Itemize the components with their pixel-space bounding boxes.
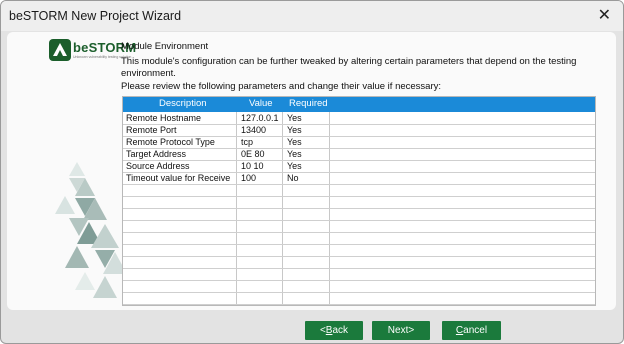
back-label-rest: ack xyxy=(332,325,349,336)
cell-required: Yes xyxy=(287,113,302,123)
bestorm-logo: beSTORM Unknown vulnerability testing so… xyxy=(49,38,136,62)
next-button[interactable]: Next> xyxy=(372,321,430,340)
section-heading: Module Environment xyxy=(121,41,209,52)
cell-value[interactable]: 0E 80 xyxy=(241,149,265,159)
cell-value[interactable]: tcp xyxy=(241,137,253,147)
bestorm-logo-icon xyxy=(49,39,71,61)
column-header-value[interactable]: Value xyxy=(249,98,273,109)
cell-value[interactable]: 127.0.0.1 xyxy=(241,113,279,123)
cancel-label-rest: ancel xyxy=(463,325,488,336)
cell-description: Target Address xyxy=(126,149,187,159)
cell-required: No xyxy=(287,173,299,183)
cell-description: Remote Port xyxy=(126,125,177,135)
cell-value[interactable]: 13400 xyxy=(241,125,266,135)
empty-row xyxy=(123,292,595,305)
cell-required: Yes xyxy=(287,161,302,171)
wizard-panel: beSTORM Unknown vulnerability testing so… xyxy=(7,32,616,310)
table-body: Remote Hostname 127.0.0.1 Yes Remote Por… xyxy=(123,112,595,305)
column-header-required[interactable]: Required xyxy=(289,98,328,109)
cell-description: Timeout value for Receive xyxy=(126,173,231,183)
cell-required: Yes xyxy=(287,137,302,147)
window-title: beSTORM New Project Wizard xyxy=(9,9,182,23)
instruction-text: Please review the following parameters a… xyxy=(121,81,442,92)
close-icon[interactable]: ✕ xyxy=(598,6,611,26)
back-button[interactable]: <Back xyxy=(305,321,363,340)
cell-required: Yes xyxy=(287,125,302,135)
column-header-description[interactable]: Description xyxy=(159,98,207,109)
section-description: This module's configuration can be furth… xyxy=(121,56,577,79)
cell-value[interactable]: 10 10 xyxy=(241,161,264,171)
cell-description: Source Address xyxy=(126,161,190,171)
parameters-table[interactable]: Description Value Required Remote Hostna… xyxy=(122,96,596,306)
cell-value[interactable]: 100 xyxy=(241,173,256,183)
table-header: Description Value Required xyxy=(123,97,595,112)
cell-description: Remote Hostname xyxy=(126,113,202,123)
cell-description: Remote Protocol Type xyxy=(126,137,215,147)
cancel-button[interactable]: Cancel xyxy=(442,321,501,340)
wizard-window: beSTORM New Project Wizard ✕ beSTORM Unk… xyxy=(0,0,624,344)
title-bar: beSTORM New Project Wizard ✕ xyxy=(1,1,623,31)
cell-required: Yes xyxy=(287,149,302,159)
